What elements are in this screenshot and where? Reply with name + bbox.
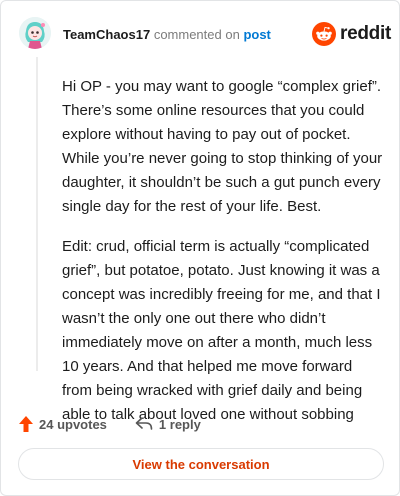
avatar[interactable] — [19, 17, 51, 49]
comment-body: Hi OP - you may want to google “complex … — [62, 75, 384, 443]
reply-count: 1 reply — [158, 416, 201, 432]
comment-header: TeamChaos17 commented on post — [63, 27, 271, 43]
upvote-count: 24 upvotes — [39, 416, 107, 432]
post-link[interactable]: post — [243, 27, 270, 42]
upvote-arrow-icon — [19, 416, 33, 432]
reddit-wordmark: reddit — [340, 23, 391, 44]
avatar-image — [19, 17, 51, 49]
thread-line — [36, 57, 38, 371]
view-conversation-button[interactable]: View the conversation — [18, 448, 384, 480]
username[interactable]: TeamChaos17 — [63, 27, 150, 42]
reddit-snoo-icon — [312, 22, 336, 46]
reply-button[interactable]: 1 reply — [135, 417, 201, 432]
commented-on-text: commented on — [153, 27, 240, 42]
reddit-brand[interactable]: reddit — [312, 21, 391, 47]
upvote-button[interactable]: 24 upvotes — [19, 416, 107, 432]
comment-paragraph: Edit: crud, official term is actually “c… — [62, 238, 381, 423]
reply-arrow-icon — [135, 417, 153, 430]
comment-paragraph: Hi OP - you may want to google “complex … — [62, 78, 383, 215]
comment-actions: 24 upvotes 1 reply — [19, 413, 201, 435]
comment-embed-card: TeamChaos17 commented on post reddit Hi … — [0, 0, 400, 496]
